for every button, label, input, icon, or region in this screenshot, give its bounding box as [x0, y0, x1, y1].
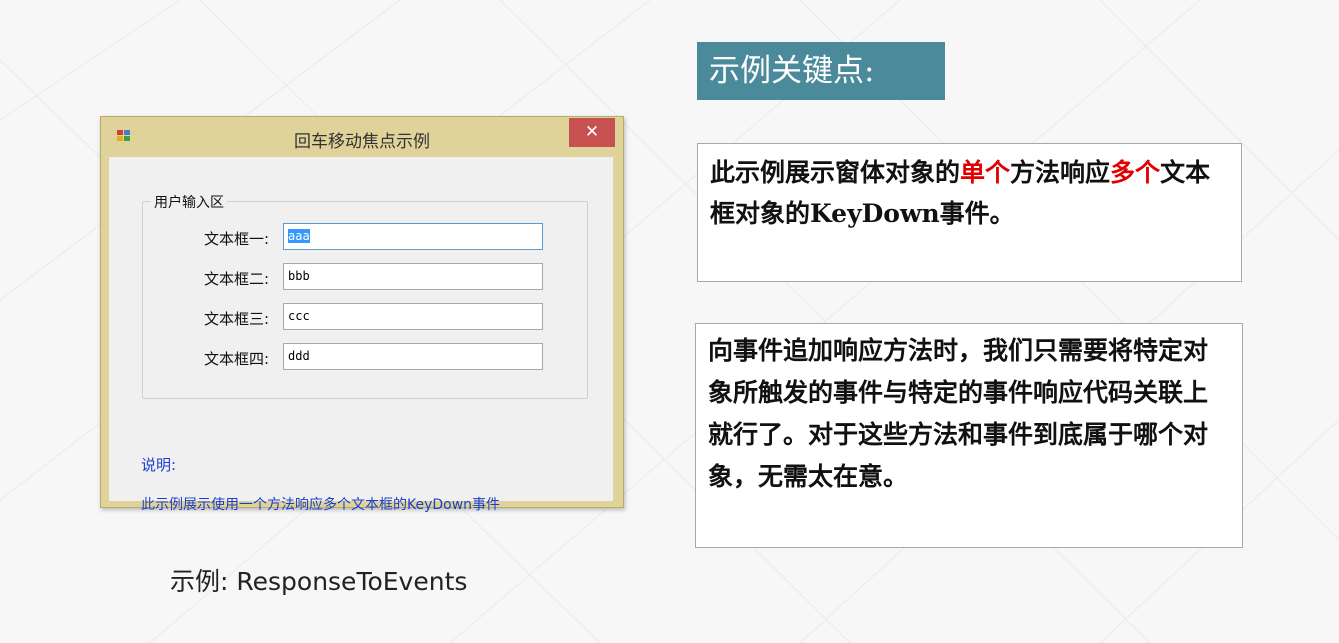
textbox-4-label: 文本框四:: [203, 350, 269, 368]
close-icon: ✕: [584, 122, 600, 142]
close-button[interactable]: ✕: [569, 118, 615, 147]
example-caption: 示例: ResponseToEvents: [170, 567, 468, 596]
key-point-card-2: 向事件追加响应方法时，我们只需要将特定对象所触发的事件与特定的事件响应代码关联上…: [695, 323, 1243, 548]
textbox-1-value: aaa: [288, 229, 310, 243]
demo-window: 回车移动焦点示例 ✕ 用户输入区 文本框一: aaa 文本框二: bbb 文本框…: [100, 116, 624, 513]
card1-highlight-multiple: 多个: [1110, 158, 1161, 187]
key-points-header: 示例关键点:: [697, 42, 945, 100]
textbox-3-value: ccc: [288, 309, 310, 323]
window-title: 回车移动焦点示例: [294, 132, 430, 152]
textbox-2[interactable]: bbb: [283, 263, 543, 290]
card1-text-part2: 方法响应: [1010, 158, 1111, 187]
window-client-area: 用户输入区 文本框一: aaa 文本框二: bbb 文本框三: ccc 文本框四…: [109, 157, 613, 513]
card1-highlight-single: 单个: [960, 158, 1011, 187]
window-titlebar[interactable]: 回车移动焦点示例 ✕: [101, 117, 623, 157]
textbox-2-label: 文本框二:: [203, 270, 269, 288]
textbox-3[interactable]: ccc: [283, 303, 543, 330]
note-body: 此示例展示使用一个方法响应多个文本框的KeyDown事件: [141, 497, 501, 513]
textbox-1-label: 文本框一:: [203, 230, 269, 248]
card1-text-part1: 此示例展示窗体对象的: [710, 158, 961, 187]
note-title: 说明:: [141, 456, 177, 474]
textbox-4-value: ddd: [288, 349, 310, 363]
textbox-1[interactable]: aaa: [283, 223, 543, 250]
textbox-3-label: 文本框三:: [203, 310, 269, 328]
group-label: 用户输入区: [151, 192, 227, 212]
textbox-4[interactable]: ddd: [283, 343, 543, 370]
textbox-2-value: bbb: [288, 269, 310, 283]
key-point-card-1: 此示例展示窗体对象的单个方法响应多个文本框对象的KeyDown事件。: [697, 143, 1242, 282]
